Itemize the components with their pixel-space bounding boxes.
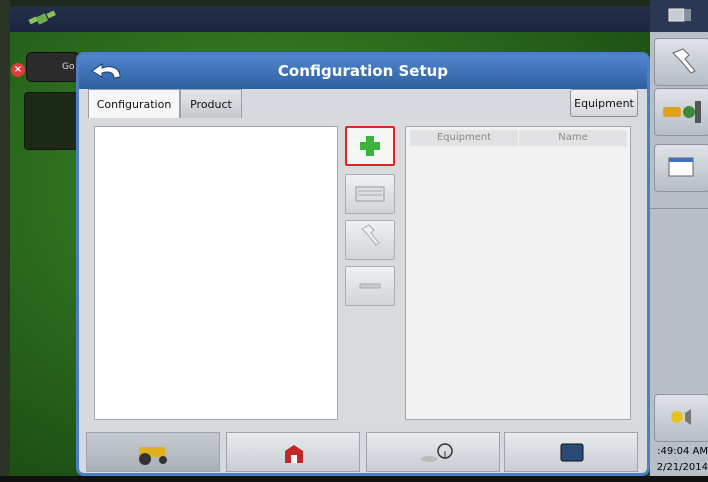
tab-product[interactable]: Product (180, 89, 242, 119)
wrench-icon (361, 224, 380, 246)
screen-bezel (0, 0, 10, 482)
alert-text: Go (62, 62, 75, 72)
clock-time: :49:04 AM (657, 446, 708, 457)
background-panel (24, 92, 78, 150)
right-toolbar-header (650, 0, 708, 32)
barn-icon (285, 445, 303, 463)
add-icon (360, 136, 380, 156)
status-bar (10, 6, 650, 32)
volume-icon (671, 409, 691, 425)
tools-button[interactable] (654, 38, 708, 86)
tractor-icon (139, 447, 167, 465)
display-icon (560, 443, 584, 462)
window-icon (668, 157, 694, 177)
volume-button[interactable] (654, 394, 708, 442)
satellite-icon (28, 10, 56, 25)
keyboard-icon (355, 186, 385, 202)
dialog-title: Configuration Setup (277, 62, 449, 80)
edit-settings-button[interactable] (345, 220, 395, 260)
tab-farm[interactable] (226, 432, 360, 472)
tab-display[interactable] (504, 432, 638, 472)
toolbar-divider (650, 208, 708, 209)
equipment-table[interactable] (405, 126, 631, 420)
clock-date: 2/21/2014 (656, 462, 708, 473)
column-header-equipment: Equipment (410, 130, 518, 146)
hitch-icon (663, 101, 701, 123)
add-configuration-button[interactable] (345, 126, 395, 166)
remove-button[interactable] (345, 266, 395, 306)
steering-wheel-icon (421, 443, 453, 462)
bottom-bezel (0, 476, 708, 482)
screen-toggle-icon[interactable] (668, 8, 692, 24)
wrench-icon (672, 48, 696, 74)
equipment-mode-button[interactable] (654, 88, 708, 136)
configuration-list[interactable] (94, 126, 338, 420)
tab-guidance[interactable] (366, 432, 500, 472)
keyboard-button[interactable] (345, 174, 395, 214)
tab-vehicle[interactable] (86, 432, 220, 472)
tab-configuration[interactable]: Configuration (88, 89, 180, 119)
equipment-button[interactable]: Equipment (570, 89, 638, 117)
error-icon: × (11, 63, 25, 77)
window-button[interactable] (654, 144, 708, 192)
column-header-name: Name (519, 130, 627, 146)
minus-icon (359, 283, 381, 289)
back-arrow-icon[interactable] (88, 59, 128, 85)
